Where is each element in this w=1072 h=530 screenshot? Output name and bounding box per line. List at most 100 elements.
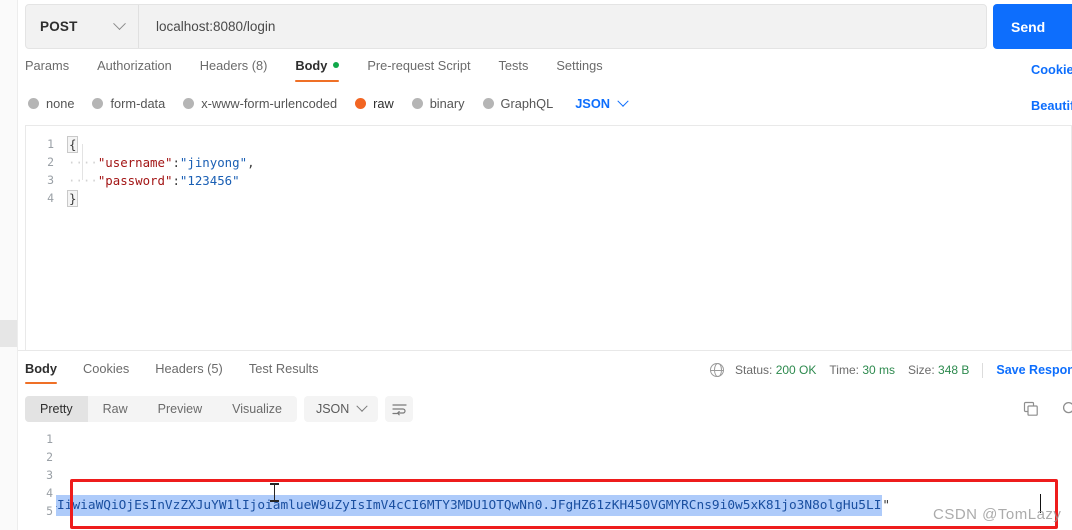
tab-params-label: Params [25, 58, 70, 73]
code-json-key: "password" [97, 172, 173, 188]
code-brace-close: } [67, 189, 79, 207]
size-key: Size: [908, 363, 935, 377]
line-number: 3 [46, 468, 53, 482]
tab-settings-label: Settings [556, 58, 603, 73]
code-colon: : [172, 154, 180, 170]
status-badge: Status: 200 OK [735, 363, 816, 377]
code-brace-open: { [67, 135, 79, 153]
view-mode-pretty-label: Pretty [40, 402, 73, 416]
line-number: 4 [47, 191, 54, 205]
body-type-none-label: none [46, 96, 75, 111]
response-format-dropdown[interactable]: JSON [303, 396, 379, 422]
tab-settings[interactable]: Settings [556, 58, 602, 82]
tab-headers-label: Headers (8) [199, 58, 268, 73]
cookies-link[interactable]: Cookies [1031, 62, 1072, 77]
copy-icon [1023, 401, 1038, 416]
view-mode-raw-label: Raw [102, 402, 128, 416]
request-body-editor[interactable]: 1 { 2 ···· "username" : "jinyong" , 3 ··… [25, 125, 1072, 350]
request-url-bar: POST localhost:8080/login [25, 4, 987, 49]
pane-divider[interactable] [18, 350, 1072, 351]
wrap-lines-button[interactable] [385, 396, 414, 422]
tab-params[interactable]: Params [25, 58, 69, 82]
save-response-link[interactable]: Save Response [996, 363, 1072, 377]
left-sidebar-rail [0, 0, 18, 530]
rail-divider [17, 0, 18, 530]
response-tab-cookies[interactable]: Cookies [83, 361, 129, 384]
body-type-form-data[interactable]: form-data [92, 96, 165, 111]
response-tab-test-results-label: Test Results [248, 361, 319, 376]
body-type-raw[interactable]: raw [355, 96, 394, 111]
radio-icon [28, 98, 39, 109]
response-status-strip: Status: 200 OK Time: 30 ms Size: 348 B S… [709, 362, 1072, 378]
tab-headers[interactable]: Headers (8) [200, 58, 268, 82]
response-view-toolbar: Pretty Raw Preview Visualize JSON [25, 396, 414, 422]
search-icon [1062, 401, 1072, 414]
body-type-radio-group: none form-data x-www-form-urlencoded raw… [28, 95, 629, 111]
response-tab-body-label: Body [25, 361, 57, 376]
tab-authorization[interactable]: Authorization [97, 58, 172, 82]
copy-button[interactable] [1021, 399, 1041, 419]
body-type-raw-label: raw [373, 96, 394, 111]
line-number: 3 [47, 173, 54, 187]
response-view-mode-group: Pretty Raw Preview Visualize [25, 396, 297, 422]
code-line: 2 ···· "username" : "jinyong" , [26, 153, 1071, 171]
size-badge: Size: 348 B [908, 363, 969, 377]
status-key: Status: [735, 363, 773, 377]
code-json-value: "jinyong" [179, 154, 248, 170]
radio-icon [411, 98, 423, 109]
code-line: 4 } [26, 189, 1071, 207]
code-colon: : [172, 172, 180, 188]
time-value: 30 ms [862, 363, 895, 377]
code-indent: ···· [68, 172, 98, 188]
body-type-urlencoded-label: x-www-form-urlencoded [201, 96, 338, 111]
view-mode-preview[interactable]: Preview [143, 396, 217, 422]
request-url-input[interactable]: localhost:8080/login [139, 19, 986, 34]
body-type-graphql[interactable]: GraphQL [482, 96, 553, 111]
jwt-token-quote: " [882, 498, 891, 513]
body-type-binary[interactable]: binary [411, 96, 465, 111]
body-type-urlencoded[interactable]: x-www-form-urlencoded [183, 96, 337, 111]
http-method-dropdown[interactable]: POST [26, 5, 139, 48]
jwt-token-line[interactable]: oi6YeR5bq4IiwiaWQiOjEsInVzZXJuYW1lIjoiam… [56, 495, 1072, 516]
view-mode-raw[interactable]: Raw [88, 396, 143, 422]
tab-authorization-label: Authorization [97, 58, 172, 73]
raw-format-dropdown[interactable]: JSON [575, 95, 629, 111]
postman-window: POST localhost:8080/login Send Params Au… [0, 0, 1072, 530]
search-button[interactable] [1060, 399, 1072, 419]
line-number: 1 [47, 137, 54, 151]
code-comma: , [247, 154, 255, 170]
tab-body[interactable]: Body [295, 58, 340, 82]
time-key: Time: [829, 363, 859, 377]
response-tab-headers[interactable]: Headers (5) [155, 361, 223, 384]
view-mode-visualize[interactable]: Visualize [217, 396, 297, 422]
chevron-down-icon [113, 17, 126, 31]
tab-tests[interactable]: Tests [499, 58, 529, 82]
tab-pre-request-script[interactable]: Pre-request Script [367, 58, 470, 82]
tab-tests-label: Tests [498, 58, 529, 73]
body-type-binary-label: binary [429, 96, 465, 111]
response-tab-body[interactable]: Body [25, 361, 57, 384]
send-button[interactable]: Send [993, 4, 1072, 49]
jwt-token-selected-text: oi6YeR5bq4IiwiaWQiOjEsInVzZXJuYW1lIjoiam… [56, 495, 883, 516]
response-line: 1 [25, 430, 1072, 448]
globe-icon [709, 362, 725, 378]
code-indent: ···· [68, 154, 98, 170]
response-format-label: JSON [315, 402, 350, 416]
body-type-form-data-label: form-data [110, 96, 166, 111]
response-line: 3 [25, 466, 1072, 484]
tab-body-label: Body [295, 58, 328, 73]
body-type-none[interactable]: none [28, 96, 74, 111]
view-mode-pretty[interactable]: Pretty [25, 396, 88, 422]
raw-format-label: JSON [575, 96, 611, 111]
response-tab-cookies-label: Cookies [83, 361, 130, 376]
response-tab-test-results[interactable]: Test Results [249, 361, 319, 384]
beautify-link[interactable]: Beautify [1031, 98, 1072, 113]
time-badge: Time: 30 ms [829, 363, 895, 377]
radio-icon [482, 98, 494, 109]
chevron-down-icon [356, 400, 368, 412]
chevron-down-icon [617, 95, 629, 107]
divider [982, 362, 984, 378]
response-tab-bar: Body Cookies Headers (5) Test Results [25, 361, 345, 384]
line-number: 1 [46, 432, 53, 446]
sidebar-scroll-thumb[interactable] [0, 320, 17, 347]
